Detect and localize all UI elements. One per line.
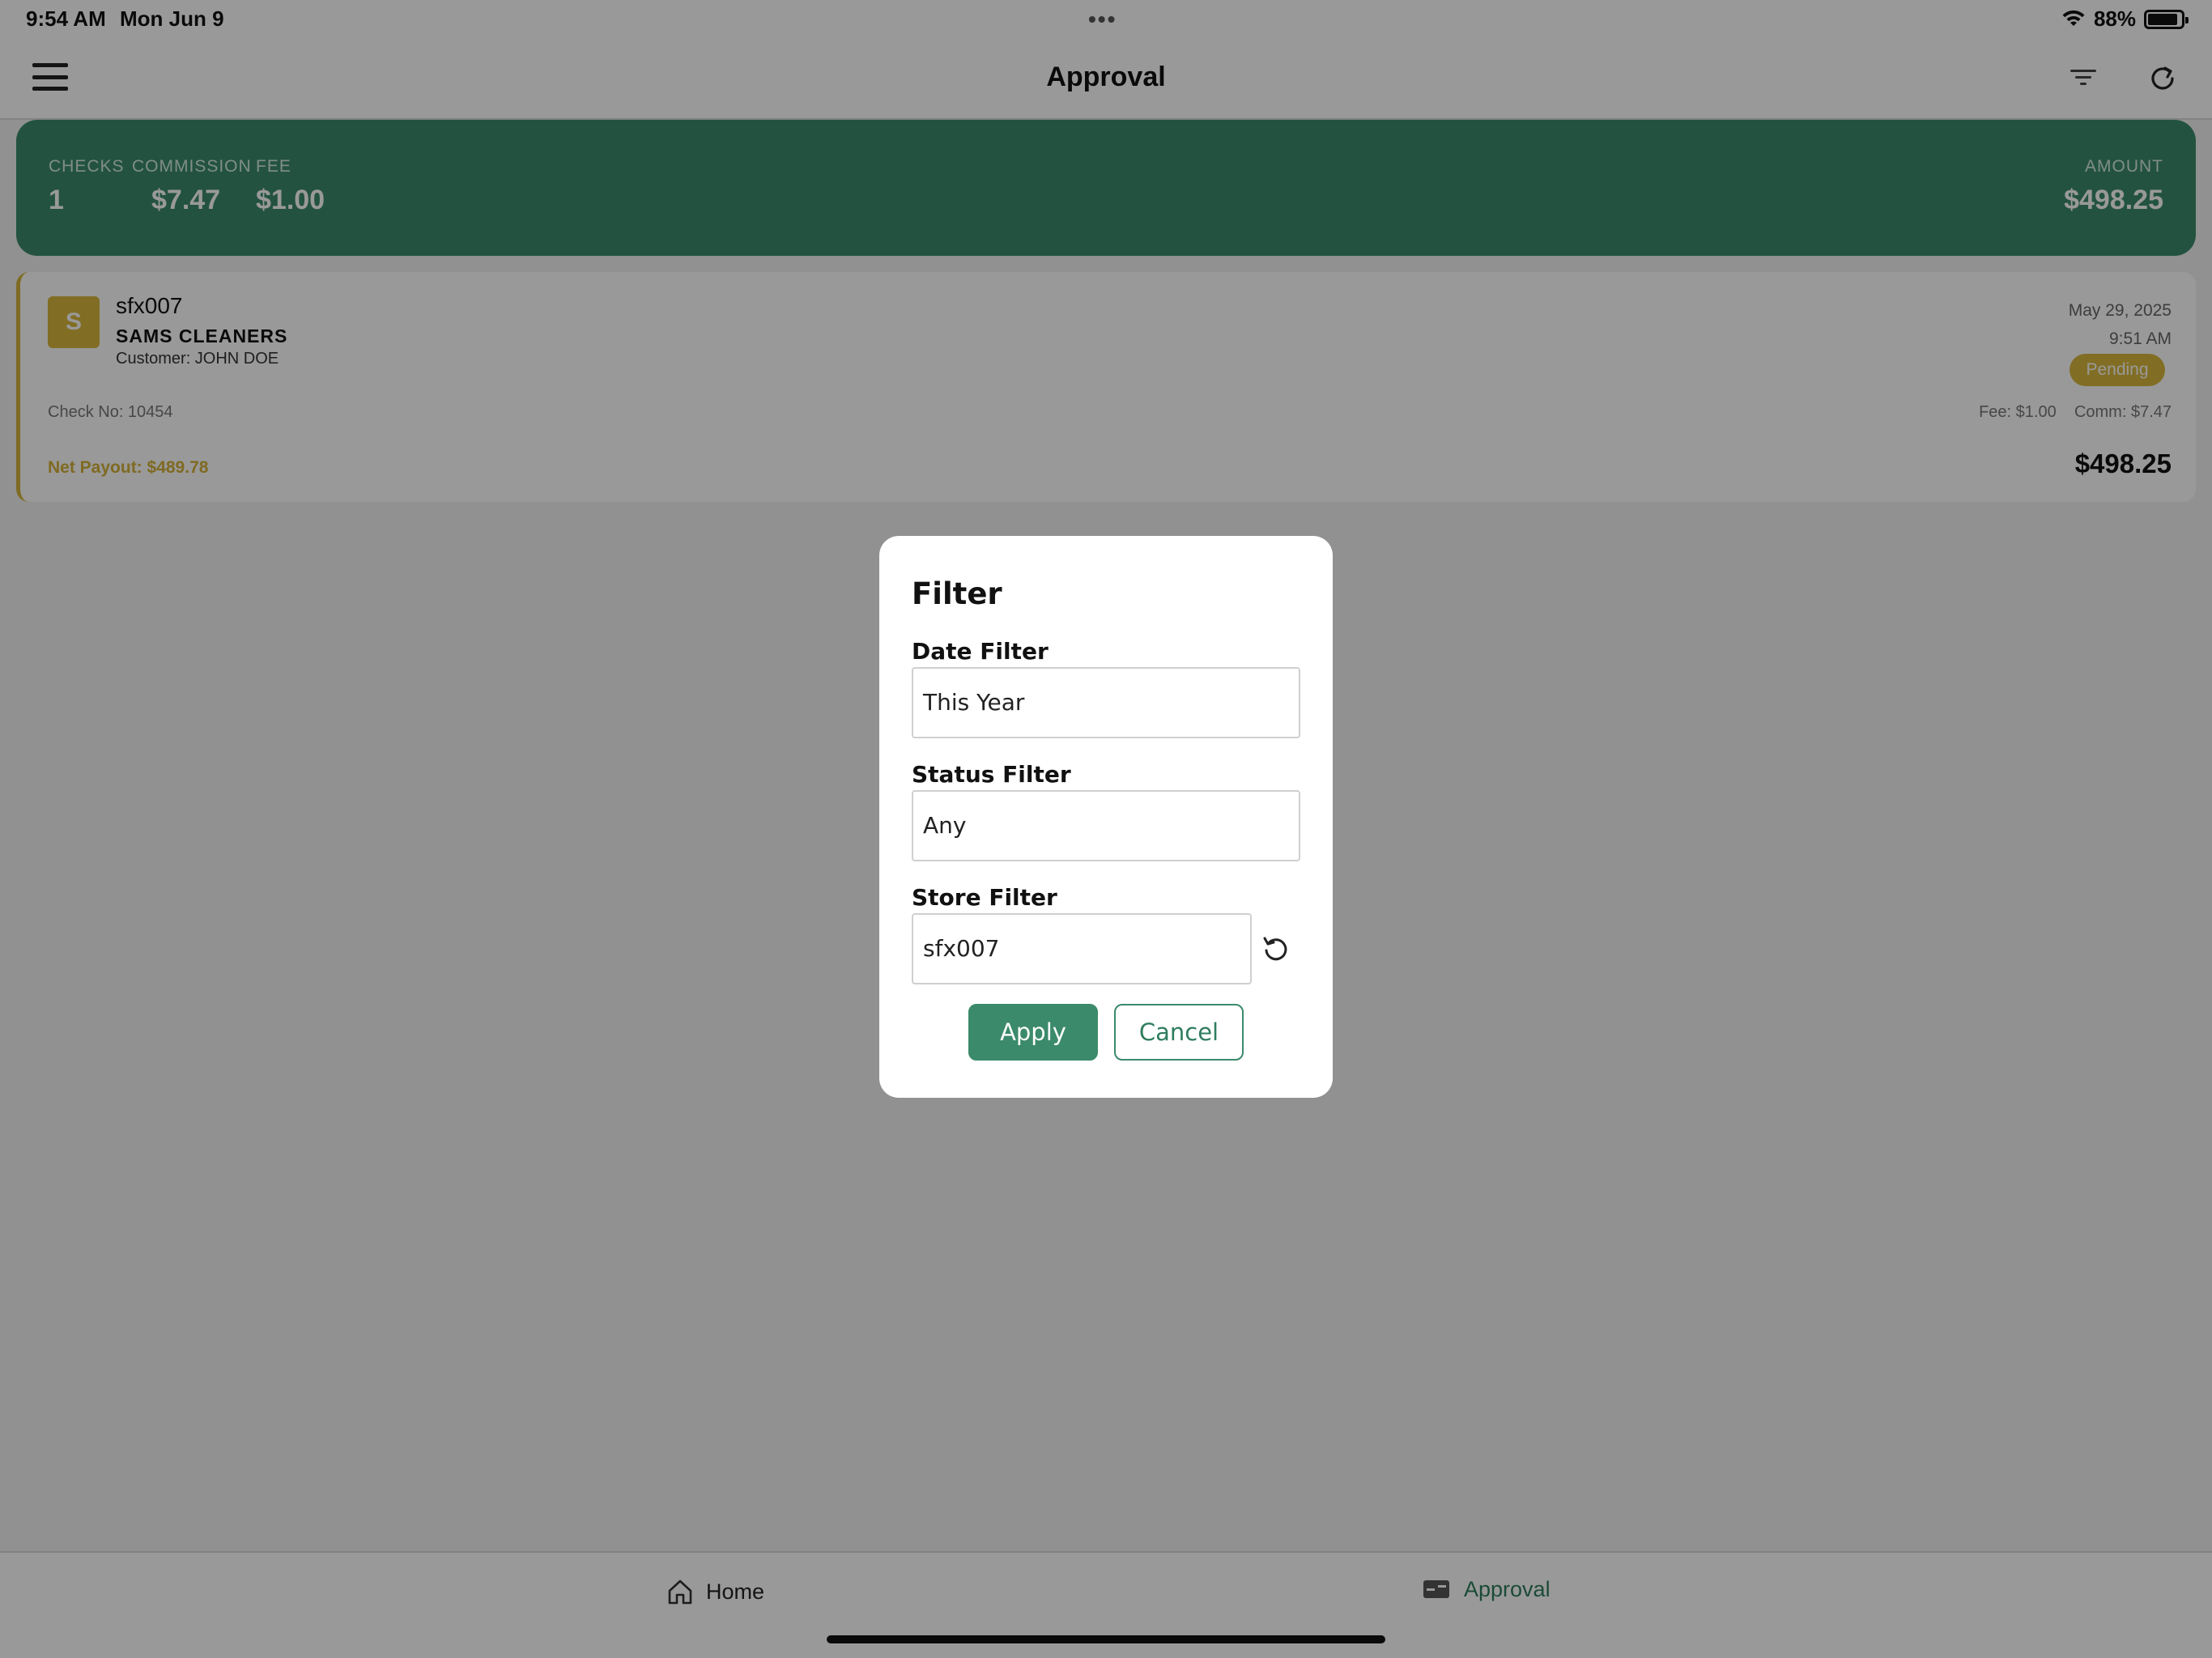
cancel-button[interactable]: Cancel	[1114, 1004, 1244, 1061]
screen: 9:54 AM Mon Jun 9 ••• 88% Approval CHECK…	[0, 0, 2212, 1658]
filter-dialog: Filter Date Filter This Year Status Filt…	[879, 536, 1333, 1098]
reset-icon[interactable]	[1260, 933, 1292, 965]
store-filter-label: Store Filter	[912, 884, 1057, 911]
date-filter-select[interactable]: This Year	[912, 667, 1300, 738]
status-filter-select[interactable]: Any	[912, 790, 1300, 861]
status-filter-label: Status Filter	[912, 761, 1071, 788]
store-filter-input[interactable]: sfx007	[912, 913, 1252, 984]
apply-button[interactable]: Apply	[968, 1004, 1098, 1061]
dialog-title: Filter	[912, 576, 1002, 611]
date-filter-label: Date Filter	[912, 638, 1049, 665]
